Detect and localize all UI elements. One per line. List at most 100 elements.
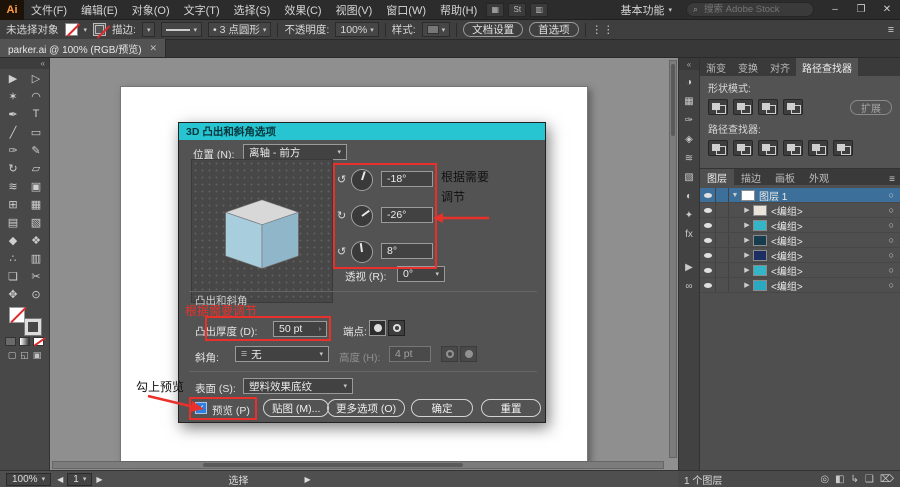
vertical-scrollbar[interactable] (669, 60, 677, 458)
layer-name[interactable]: 图层 1 (759, 188, 787, 203)
target-icon[interactable]: ○ (889, 220, 894, 230)
3d-preview-area[interactable] (191, 159, 333, 303)
swatches-panel-icon[interactable]: ▦ (678, 92, 700, 111)
symbols-panel-icon[interactable]: ◈ (678, 130, 700, 149)
fill-swatch[interactable] (64, 23, 78, 36)
line-tool[interactable]: ╱ (2, 123, 25, 141)
layer-thumbnail[interactable] (753, 219, 767, 231)
delete-layer-icon[interactable]: ⌦ (880, 474, 894, 485)
layer-name[interactable]: <编组> (771, 263, 803, 278)
lock-toggle[interactable] (716, 278, 729, 292)
zoom-tool[interactable]: ⊙ (25, 285, 48, 303)
expand-icon[interactable]: ▶ (741, 266, 753, 274)
magic-wand-tool[interactable]: ✶ (2, 87, 25, 105)
color-panel-icon[interactable]: ◑ (678, 73, 700, 92)
stroke-weight-dropdown[interactable]: ▾ (141, 22, 156, 37)
visibility-toggle[interactable] (700, 218, 716, 232)
target-icon[interactable]: ○ (889, 265, 894, 275)
panel-menu-icon[interactable]: ≡ (888, 24, 894, 36)
menu-help[interactable]: 帮助(H) (433, 0, 484, 20)
layer-name[interactable]: <编组> (771, 248, 803, 263)
layer-name[interactable]: <编组> (771, 233, 803, 248)
cap-solid-button[interactable] (369, 320, 386, 336)
pen-tool[interactable]: ✒ (2, 105, 25, 123)
layer-thumbnail[interactable] (753, 264, 767, 276)
grid-icon[interactable]: ▦ (486, 2, 505, 17)
expand-icon[interactable]: ▼ (729, 192, 741, 199)
workspace-switcher[interactable]: 基本功能 ▾ (614, 2, 678, 18)
prev-artboard-icon[interactable]: ◀ (57, 475, 63, 484)
layer-thumbnail[interactable] (753, 249, 767, 261)
visibility-toggle[interactable] (700, 203, 716, 217)
make-mask-icon[interactable]: ◧ (835, 474, 844, 485)
cap-hollow-button[interactable] (388, 320, 405, 336)
pencil-tool[interactable]: ✎ (25, 141, 48, 159)
visibility-toggle[interactable] (700, 263, 716, 277)
layer-row-group[interactable]: ▶ <编组> ○ (700, 278, 900, 293)
zoom-dropdown[interactable]: 100% ▾ (6, 472, 52, 486)
fill-caret-icon[interactable]: ▾ (84, 26, 88, 34)
mesh-tool[interactable]: ▤ (2, 213, 25, 231)
more-options-button[interactable]: 更多选项 (O) (327, 399, 406, 417)
layer-name[interactable]: <编组> (771, 218, 803, 233)
expand-icon[interactable]: ▶ (741, 281, 753, 289)
x-rotation-field[interactable]: -18° (381, 171, 433, 187)
visibility-toggle[interactable] (700, 233, 716, 247)
rotate-x-icon[interactable]: ↺ (337, 173, 346, 186)
stroke-panel-icon[interactable]: ≋ (678, 149, 700, 168)
menu-file[interactable]: 文件(F) (24, 0, 74, 20)
layer-thumbnail[interactable] (753, 204, 767, 216)
layer-row-group[interactable]: ▶ <编组> ○ (700, 248, 900, 263)
unite-button[interactable] (708, 99, 728, 115)
surface-dropdown[interactable]: 塑料效果底纹 ▾ (243, 378, 353, 394)
column-graph-tool[interactable]: ▥ (25, 249, 48, 267)
layer-row-group[interactable]: ▶ <编组> ○ (700, 263, 900, 278)
visibility-toggle[interactable] (700, 188, 716, 202)
lock-toggle[interactable] (716, 248, 729, 262)
vertical-scroll-thumb[interactable] (671, 64, 675, 136)
z-axis-dial[interactable] (351, 241, 373, 263)
menu-effect[interactable]: 效果(C) (277, 0, 328, 20)
status-menu-icon[interactable]: ▶ (304, 475, 310, 484)
screen-mode-icon[interactable]: ▣ (33, 350, 42, 361)
exclude-button[interactable] (783, 99, 803, 115)
visibility-toggle[interactable] (700, 248, 716, 262)
map-art-button[interactable]: 贴图 (M)... (263, 399, 330, 417)
lock-toggle[interactable] (716, 188, 729, 202)
eyedropper-tool[interactable]: ◆ (2, 231, 25, 249)
draw-normal-icon[interactable]: ▢ (8, 350, 17, 361)
next-artboard-icon[interactable]: ▶ (96, 475, 102, 484)
minimize-button[interactable]: – (822, 0, 848, 20)
gradient-button[interactable] (19, 337, 30, 346)
artboard-number-dropdown[interactable]: 1 ▾ (67, 472, 93, 486)
layer-thumbnail[interactable] (741, 189, 755, 201)
trim-button[interactable] (733, 140, 753, 156)
actions-panel-icon[interactable]: ▶ (678, 258, 700, 277)
brush-dropdown[interactable]: ▾ (161, 22, 202, 37)
ok-button[interactable]: 确定 (411, 399, 473, 417)
menu-window[interactable]: 窗口(W) (379, 0, 433, 20)
menu-type[interactable]: 文字(T) (177, 0, 227, 20)
document-setup-button[interactable]: 文档设置 (463, 22, 524, 37)
tab-align[interactable]: 对齐 (764, 58, 796, 76)
scale-tool[interactable]: ▱ (25, 159, 48, 177)
outline-button[interactable] (808, 140, 828, 156)
menu-select[interactable]: 选择(S) (227, 0, 278, 20)
menu-object[interactable]: 对象(O) (125, 0, 177, 20)
layer-thumbnail[interactable] (753, 279, 767, 291)
layer-row-group[interactable]: ▶ <编组> ○ (700, 203, 900, 218)
slice-tool[interactable]: ✂ (25, 267, 48, 285)
lasso-tool[interactable]: ◠ (25, 87, 48, 105)
document-tab[interactable]: parker.ai @ 100% (RGB/预览) ✕ (0, 39, 167, 57)
reset-button[interactable]: 重置 (481, 399, 541, 417)
tab-gradient[interactable]: 渐变 (700, 58, 732, 76)
target-icon[interactable]: ○ (889, 280, 894, 290)
divide-button[interactable] (708, 140, 728, 156)
lock-toggle[interactable] (716, 263, 729, 277)
y-axis-dial[interactable] (351, 205, 373, 227)
y-rotation-field[interactable]: -26° (381, 207, 433, 223)
color-button[interactable] (5, 337, 16, 346)
new-layer-icon[interactable]: ❏ (865, 474, 874, 485)
perspective-field[interactable]: 0° ▾ (397, 266, 445, 282)
tab-transform[interactable]: 变换 (732, 58, 764, 76)
